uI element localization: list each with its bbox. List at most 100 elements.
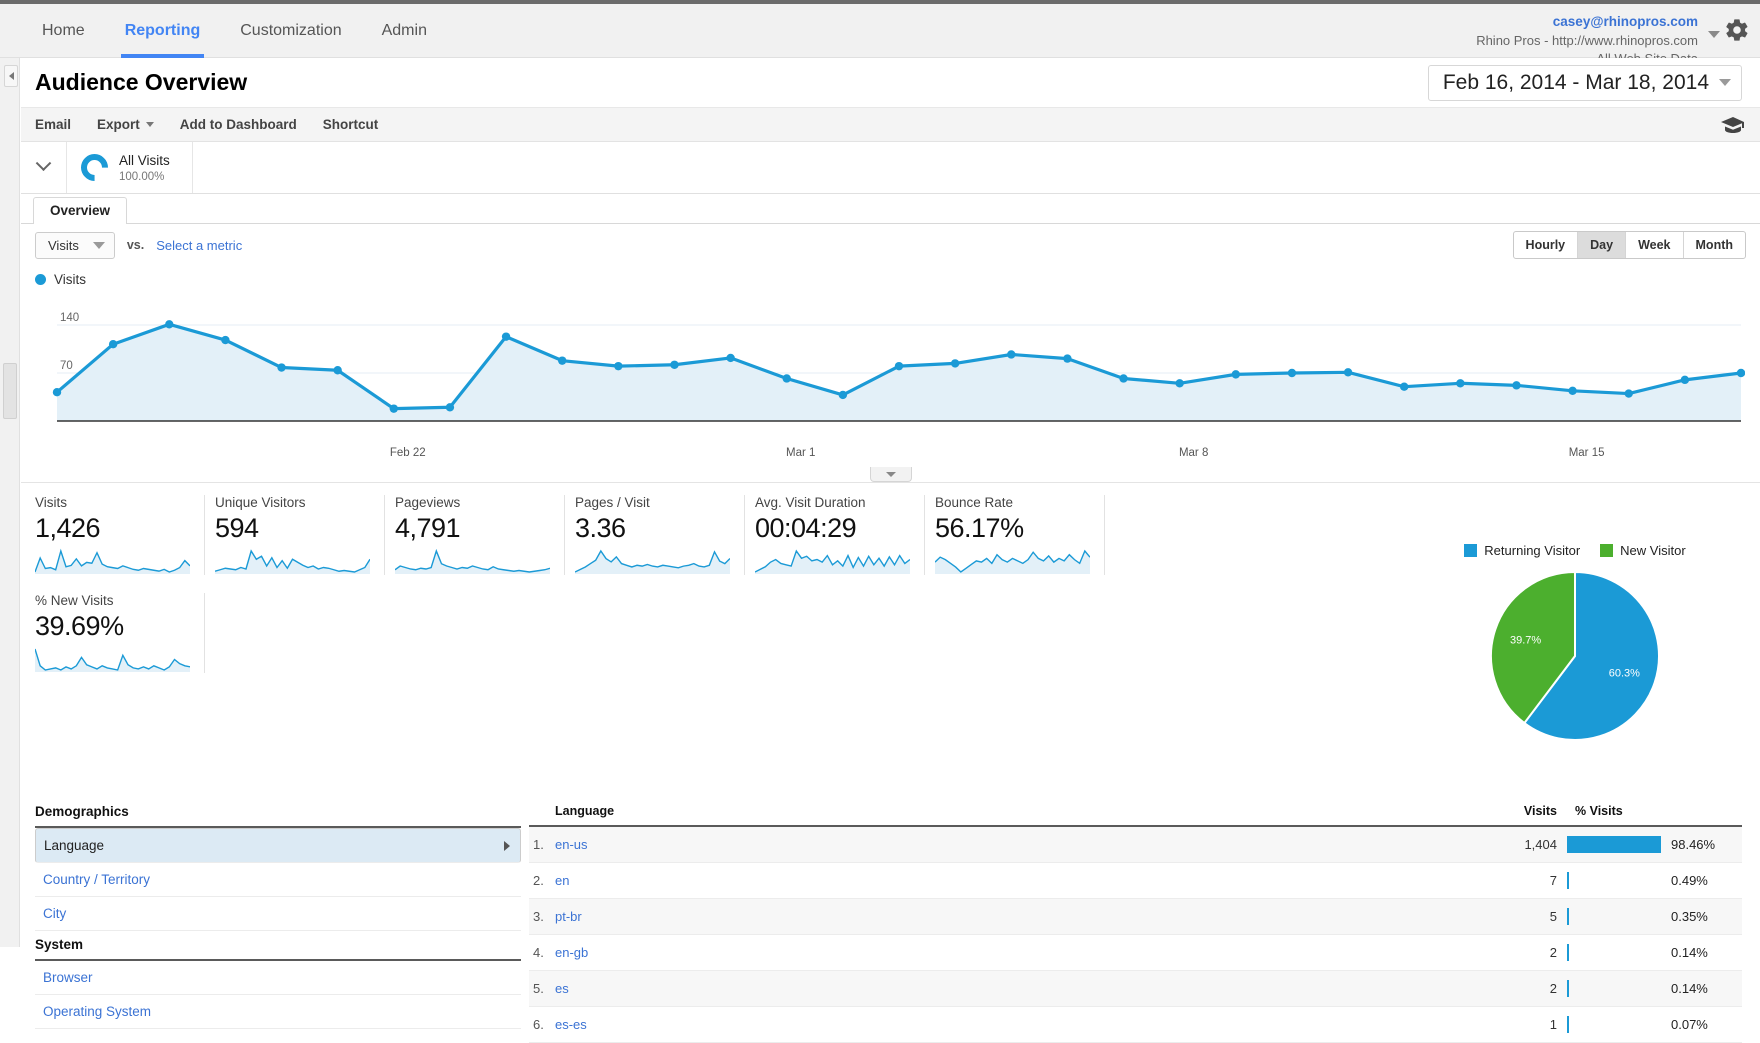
svg-text:140: 140 (60, 312, 79, 324)
page-title: Audience Overview (35, 69, 247, 96)
gear-icon[interactable] (1724, 17, 1750, 43)
table-row[interactable]: 1.en-us1,40498.46% (529, 826, 1742, 863)
pie-legend-returning: Returning Visitor (1464, 543, 1580, 558)
metric-sparkline (575, 548, 730, 574)
pct-value: 0.07% (1671, 1017, 1708, 1032)
dimension-item-country-territory[interactable]: Country / Territory (35, 863, 521, 897)
metric-sparkline (215, 548, 370, 574)
metric-label: Unique Visitors (215, 495, 372, 510)
dimension-item-language[interactable]: Language (35, 828, 521, 863)
pct-bar (1567, 1016, 1662, 1033)
collapse-sidebar-button[interactable] (4, 65, 18, 87)
pie-svg: 60.3%39.7% (1410, 568, 1740, 748)
cell-language: 3.pt-br (529, 899, 1487, 935)
metric-card[interactable]: Bounce Rate56.17% (935, 495, 1105, 575)
granularity-week[interactable]: Week (1626, 232, 1683, 258)
chevron-down-icon (146, 122, 154, 127)
date-range-picker[interactable]: Feb 16, 2014 - Mar 18, 2014 (1428, 65, 1742, 101)
nav-item-customization[interactable]: Customization (220, 4, 361, 58)
primary-metric-select[interactable]: Visits (35, 232, 115, 259)
granularity-hourly[interactable]: Hourly (1514, 232, 1579, 258)
cell-visits: 1 (1487, 1007, 1567, 1043)
report-toolbar: Email Export Add to Dashboard Shortcut (21, 108, 1760, 142)
metric-sparkline (35, 548, 190, 574)
metric-card[interactable]: Avg. Visit Duration00:04:29 (755, 495, 925, 575)
segment-percent: 100.00% (119, 171, 170, 183)
chevron-down-icon (886, 472, 896, 477)
metric-label: Avg. Visit Duration (755, 495, 912, 510)
table-row[interactable]: 6.es-es1 0.07% (529, 1007, 1742, 1043)
row-rank: 1. (533, 837, 555, 852)
legend-label-visits: Visits (54, 272, 86, 287)
dimension-item-operating-system[interactable]: Operating System (35, 995, 521, 1029)
language-link[interactable]: en-gb (555, 945, 588, 960)
pct-bar-fill (1567, 836, 1661, 853)
metric-card[interactable]: Pageviews4,791 (395, 495, 565, 575)
dimension-item-city[interactable]: City (35, 897, 521, 931)
language-table-container: Language Visits % Visits 1.en-us1,40498.… (521, 798, 1760, 947)
sidebar-resize-handle[interactable] (3, 363, 17, 419)
account-email[interactable]: casey@rhinopros.com (1476, 12, 1698, 32)
email-button[interactable]: Email (35, 117, 71, 132)
pct-value: 0.49% (1671, 873, 1708, 888)
top-navigation-bar: Home Reporting Customization Admin casey… (0, 0, 1760, 58)
segment-expand-button[interactable] (21, 142, 67, 193)
cell-language: 5.es (529, 971, 1487, 1007)
pct-bar-fill (1567, 872, 1569, 889)
dimension-item-label: Browser (43, 970, 93, 985)
export-label: Export (97, 117, 140, 132)
graduation-cap-icon[interactable] (1720, 116, 1746, 139)
language-link[interactable]: en (555, 873, 569, 888)
granularity-toggle: Hourly Day Week Month (1513, 231, 1746, 259)
metric-card[interactable]: Unique Visitors594 (215, 495, 385, 575)
visits-timeline-chart[interactable]: Visits 70140 (35, 272, 1746, 447)
column-pct-visits[interactable]: % Visits (1567, 798, 1742, 826)
metric-card[interactable]: Pages / Visit3.36 (575, 495, 745, 575)
dimension-item-label: Language (44, 838, 104, 853)
table-body: 1.en-us1,40498.46%2.en70.49%3.pt-br50.35… (529, 826, 1742, 1043)
select-metric-link[interactable]: Select a metric (156, 238, 242, 253)
chevron-down-icon[interactable] (1708, 31, 1720, 38)
metric-selector-row: Visits vs. Select a metric Hourly Day We… (21, 224, 1760, 266)
tab-overview[interactable]: Overview (33, 197, 127, 224)
cell-language: 6.es-es (529, 1007, 1487, 1043)
cell-pct-visits: 98.46% (1567, 826, 1742, 863)
export-button[interactable]: Export (97, 117, 154, 132)
donut-icon (75, 148, 113, 186)
segment-all-visits[interactable]: All Visits 100.00% (67, 142, 193, 193)
cell-visits: 2 (1487, 971, 1567, 1007)
metric-sparkline (395, 548, 550, 574)
pct-bar-fill (1567, 908, 1569, 925)
metric-card[interactable]: Visits1,426 (35, 495, 205, 575)
table-row[interactable]: 3.pt-br50.35% (529, 899, 1742, 935)
table-header-row: Language Visits % Visits (529, 798, 1742, 826)
pct-bar (1567, 872, 1662, 889)
nav-item-reporting[interactable]: Reporting (105, 4, 221, 58)
granularity-day[interactable]: Day (1578, 232, 1626, 258)
column-visits[interactable]: Visits (1487, 798, 1567, 826)
shortcut-button[interactable]: Shortcut (323, 117, 379, 132)
add-to-dashboard-button[interactable]: Add to Dashboard (180, 117, 297, 132)
pie-slice-label: 39.7% (1510, 634, 1541, 646)
legend-swatch-returning (1464, 544, 1477, 557)
segment-add-area[interactable] (193, 142, 1760, 193)
expand-chart-button[interactable] (870, 467, 912, 482)
language-link[interactable]: en-us (555, 837, 588, 852)
nav-item-admin[interactable]: Admin (362, 4, 447, 58)
metric-value: 1,426 (35, 513, 192, 544)
table-row[interactable]: 4.en-gb20.14% (529, 935, 1742, 971)
visitor-type-pie-chart[interactable]: Returning Visitor New Visitor 60.3%39.7% (1410, 543, 1740, 753)
row-rank: 3. (533, 909, 555, 924)
column-language[interactable]: Language (529, 798, 1487, 826)
nav-item-home[interactable]: Home (22, 4, 105, 58)
cell-language: 4.en-gb (529, 935, 1487, 971)
language-link[interactable]: pt-br (555, 909, 582, 924)
language-link[interactable]: es (555, 981, 569, 996)
granularity-month[interactable]: Month (1684, 232, 1745, 258)
language-link[interactable]: es-es (555, 1017, 587, 1032)
table-row[interactable]: 2.en70.49% (529, 863, 1742, 899)
dimension-item-browser[interactable]: Browser (35, 961, 521, 995)
metric-card[interactable]: % New Visits39.69% (35, 593, 205, 673)
table-row[interactable]: 5.es20.14% (529, 971, 1742, 1007)
chart-legend: Visits (35, 272, 1746, 287)
